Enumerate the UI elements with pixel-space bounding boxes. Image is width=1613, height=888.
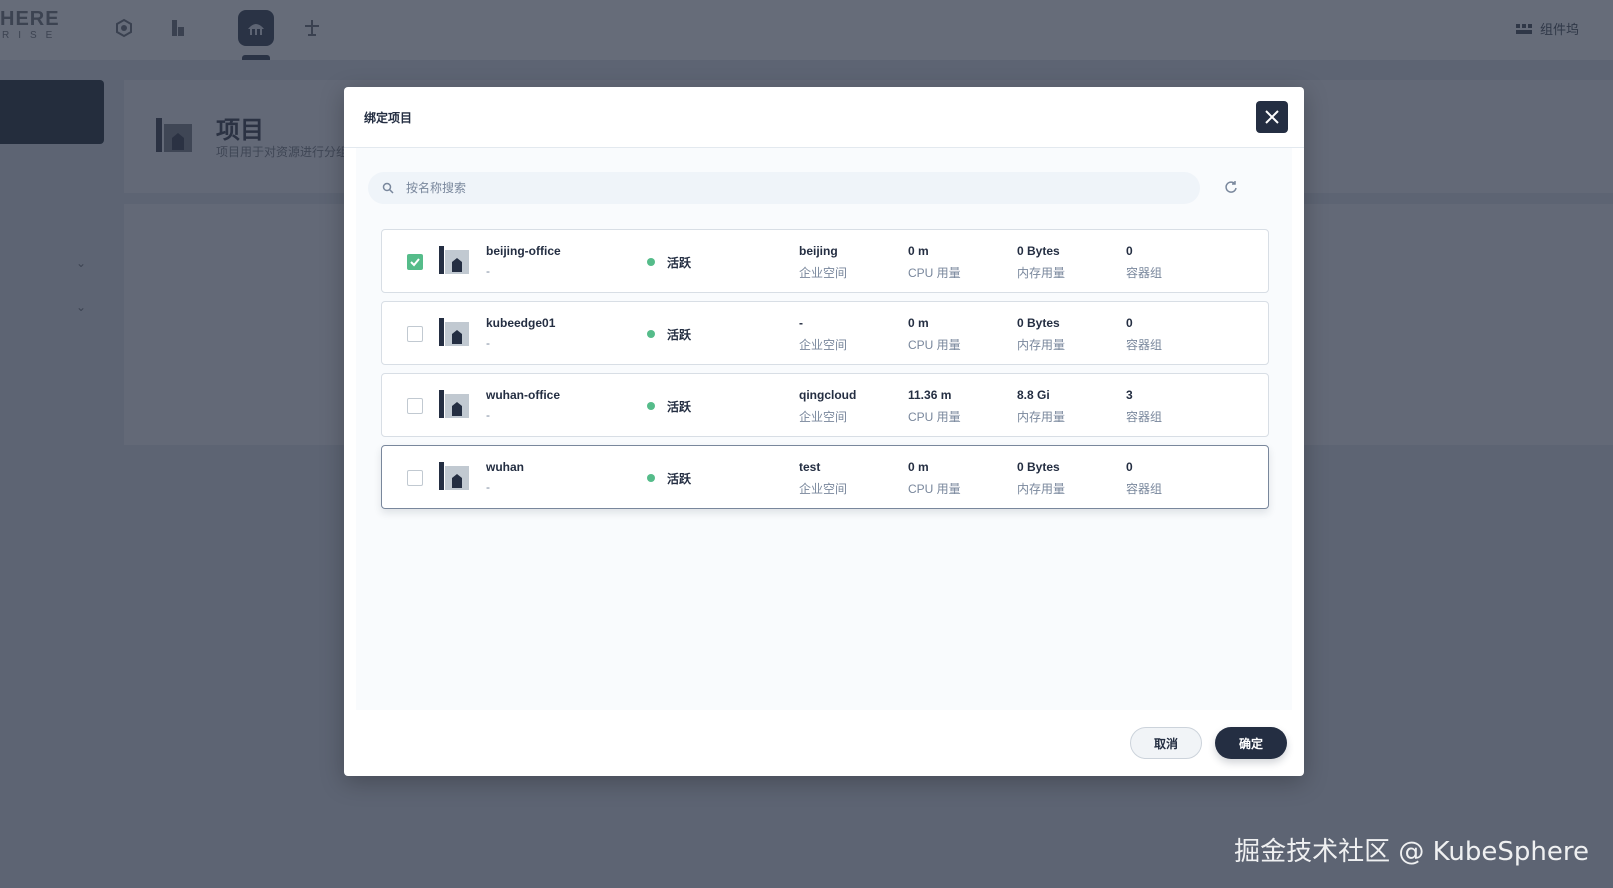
project-desc: - xyxy=(486,264,490,278)
cpu-value: 0 m xyxy=(908,316,929,330)
search-input[interactable] xyxy=(406,181,1166,195)
pods-label: 容器组 xyxy=(1126,410,1163,424)
bind-project-modal: 绑定项目 beijing-office - 活跃 beijing 企业空间 0 … xyxy=(344,87,1304,776)
grid-icon xyxy=(1515,23,1532,34)
memory-label: 内存用量 xyxy=(1017,266,1066,280)
project-icon xyxy=(152,112,196,156)
top-navbar: HERE RISE 组件坞 xyxy=(0,0,1613,60)
memory-label: 内存用量 xyxy=(1017,338,1066,352)
row-checkbox[interactable] xyxy=(407,326,423,342)
workspace-label: 企业空间 xyxy=(799,482,848,496)
row-checkbox[interactable] xyxy=(407,470,423,486)
cancel-button[interactable]: 取消 xyxy=(1130,727,1202,759)
pods-label: 容器组 xyxy=(1126,338,1163,352)
chevron-down-icon[interactable]: ⌄ xyxy=(76,300,86,314)
row-checkbox[interactable] xyxy=(407,398,423,414)
chevron-down-icon[interactable]: ⌄ xyxy=(76,256,86,270)
project-desc: - xyxy=(486,408,490,422)
modal-footer: 取消 确定 xyxy=(344,710,1304,776)
memory-label: 内存用量 xyxy=(1017,410,1066,424)
project-icon xyxy=(438,460,470,492)
logo-text-bottom: RISE xyxy=(2,30,62,41)
pods-value: 0 xyxy=(1126,316,1133,330)
search-bar[interactable] xyxy=(368,172,1200,204)
pods-value: 0 xyxy=(1126,244,1133,258)
status-dot xyxy=(647,258,655,266)
project-name[interactable]: kubeedge01 xyxy=(486,316,555,330)
workspace-value: test xyxy=(799,460,821,474)
pods-value: 3 xyxy=(1126,388,1133,402)
status-dot xyxy=(647,330,655,338)
watermark: 掘金技术社区 @ KubeSphere xyxy=(1234,837,1589,867)
cpu-value: 11.36 m xyxy=(908,388,952,402)
pods-label: 容器组 xyxy=(1126,482,1163,496)
cpu-value: 0 m xyxy=(908,244,929,258)
active-nav-indicator xyxy=(242,55,270,60)
row-checkbox[interactable] xyxy=(407,254,423,270)
status-dot xyxy=(647,402,655,410)
workspace-value: - xyxy=(799,316,803,330)
status-text: 活跃 xyxy=(667,472,692,486)
page-title: 项目 xyxy=(216,117,264,144)
project-name[interactable]: beijing-office xyxy=(486,244,561,258)
memory-value: 0 Bytes xyxy=(1017,460,1060,474)
cpu-label: CPU 用量 xyxy=(908,266,961,280)
confirm-button[interactable]: 确定 xyxy=(1215,727,1287,759)
modal-header: 绑定项目 xyxy=(344,87,1304,148)
workspace-label: 企业空间 xyxy=(799,410,848,424)
check-icon xyxy=(410,258,420,267)
workspace-nav-icon[interactable] xyxy=(164,14,192,42)
toolbox-label: 组件坞 xyxy=(1539,22,1579,37)
logo-text-top: HERE xyxy=(0,8,60,30)
table-row[interactable]: wuhan - 活跃 test 企业空间 0 m CPU 用量 0 Bytes … xyxy=(381,445,1269,509)
project-desc: - xyxy=(486,336,490,350)
platform-nav-icon[interactable] xyxy=(298,14,326,42)
memory-value: 0 Bytes xyxy=(1017,316,1060,330)
project-icon xyxy=(438,388,470,420)
logo: HERE RISE xyxy=(0,8,61,42)
memory-value: 8.8 Gi xyxy=(1017,388,1050,402)
table-row[interactable]: beijing-office - 活跃 beijing 企业空间 0 m CPU… xyxy=(381,229,1269,293)
refresh-button[interactable] xyxy=(1224,180,1240,196)
memory-value: 0 Bytes xyxy=(1017,244,1060,258)
cpu-value: 0 m xyxy=(908,460,929,474)
project-icon xyxy=(438,316,470,348)
memory-label: 内存用量 xyxy=(1017,482,1066,496)
toolbox-button[interactable]: 组件坞 xyxy=(1515,19,1579,38)
project-icon xyxy=(438,244,470,276)
project-name[interactable]: wuhan-office xyxy=(486,388,560,402)
status-dot xyxy=(647,474,655,482)
workspace-label: 企业空间 xyxy=(799,338,848,352)
cpu-label: CPU 用量 xyxy=(908,338,961,352)
table-row[interactable]: kubeedge01 - 活跃 - 企业空间 0 m CPU 用量 0 Byte… xyxy=(381,301,1269,365)
cluster-nav-icon[interactable] xyxy=(110,14,138,42)
refresh-icon xyxy=(1225,181,1237,193)
workspace-value: beijing xyxy=(799,244,838,258)
pods-value: 0 xyxy=(1126,460,1133,474)
pods-label: 容器组 xyxy=(1126,266,1163,280)
federation-nav-icon[interactable] xyxy=(238,10,274,46)
sidebar-active-item[interactable] xyxy=(0,80,104,144)
cpu-label: CPU 用量 xyxy=(908,482,961,496)
table-row[interactable]: wuhan-office - 活跃 qingcloud 企业空间 11.36 m… xyxy=(381,373,1269,437)
cpu-label: CPU 用量 xyxy=(908,410,961,424)
close-button[interactable] xyxy=(1256,101,1288,133)
status-text: 活跃 xyxy=(667,328,692,342)
workspace-value: qingcloud xyxy=(799,388,857,402)
modal-title: 绑定项目 xyxy=(364,111,413,125)
project-desc: - xyxy=(486,480,490,494)
page-description: 项目用于对资源进行分组 xyxy=(216,145,349,159)
status-text: 活跃 xyxy=(667,400,692,414)
search-icon xyxy=(382,182,394,194)
status-text: 活跃 xyxy=(667,256,692,270)
workspace-label: 企业空间 xyxy=(799,266,848,280)
close-icon xyxy=(1265,110,1279,124)
project-name[interactable]: wuhan xyxy=(486,460,524,474)
